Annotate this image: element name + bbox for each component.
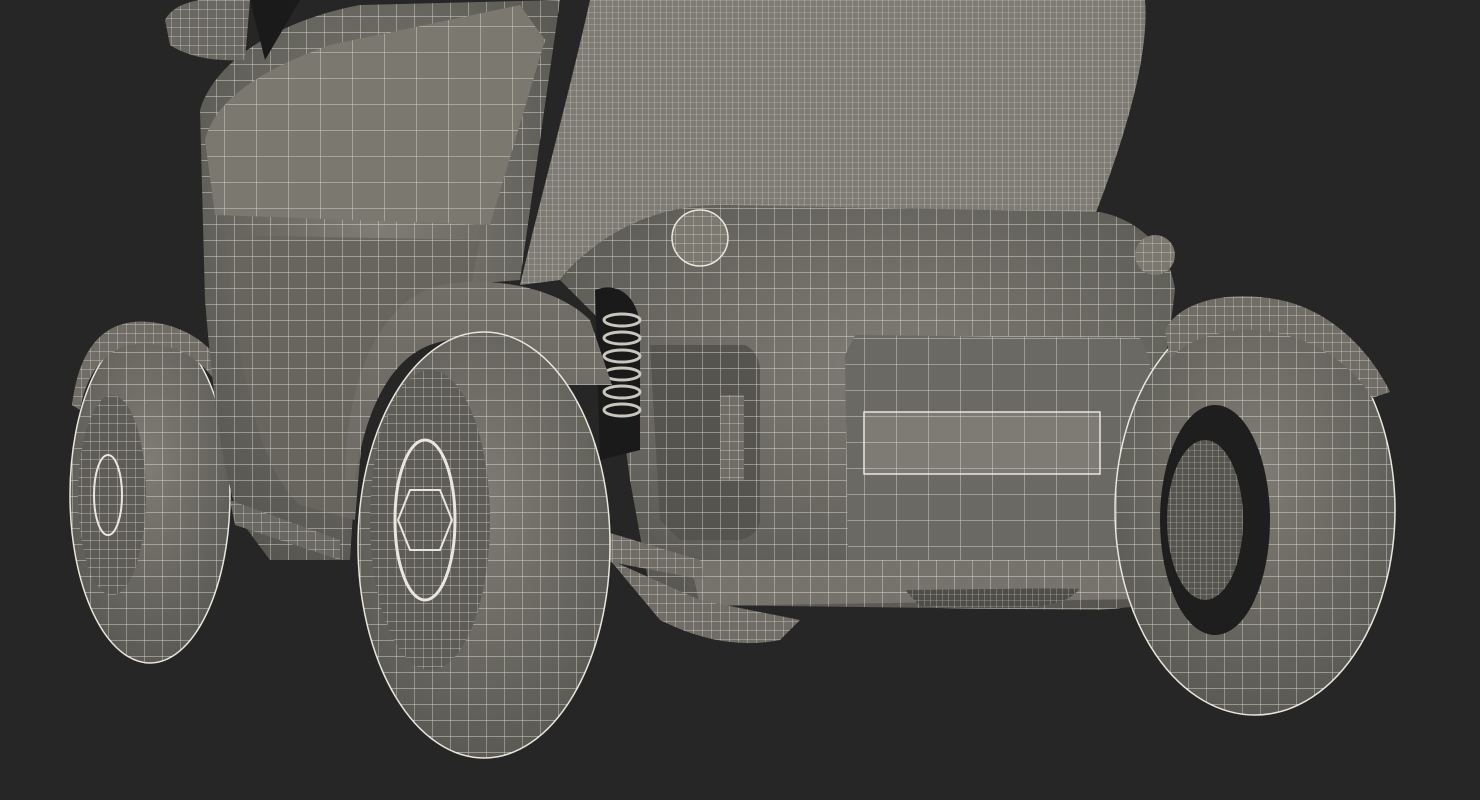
wireframe-vehicle-render [69, 0, 1396, 759]
left-rear-wheel [69, 326, 231, 664]
render-viewport [0, 0, 1480, 800]
front-left-wheel [357, 331, 611, 759]
